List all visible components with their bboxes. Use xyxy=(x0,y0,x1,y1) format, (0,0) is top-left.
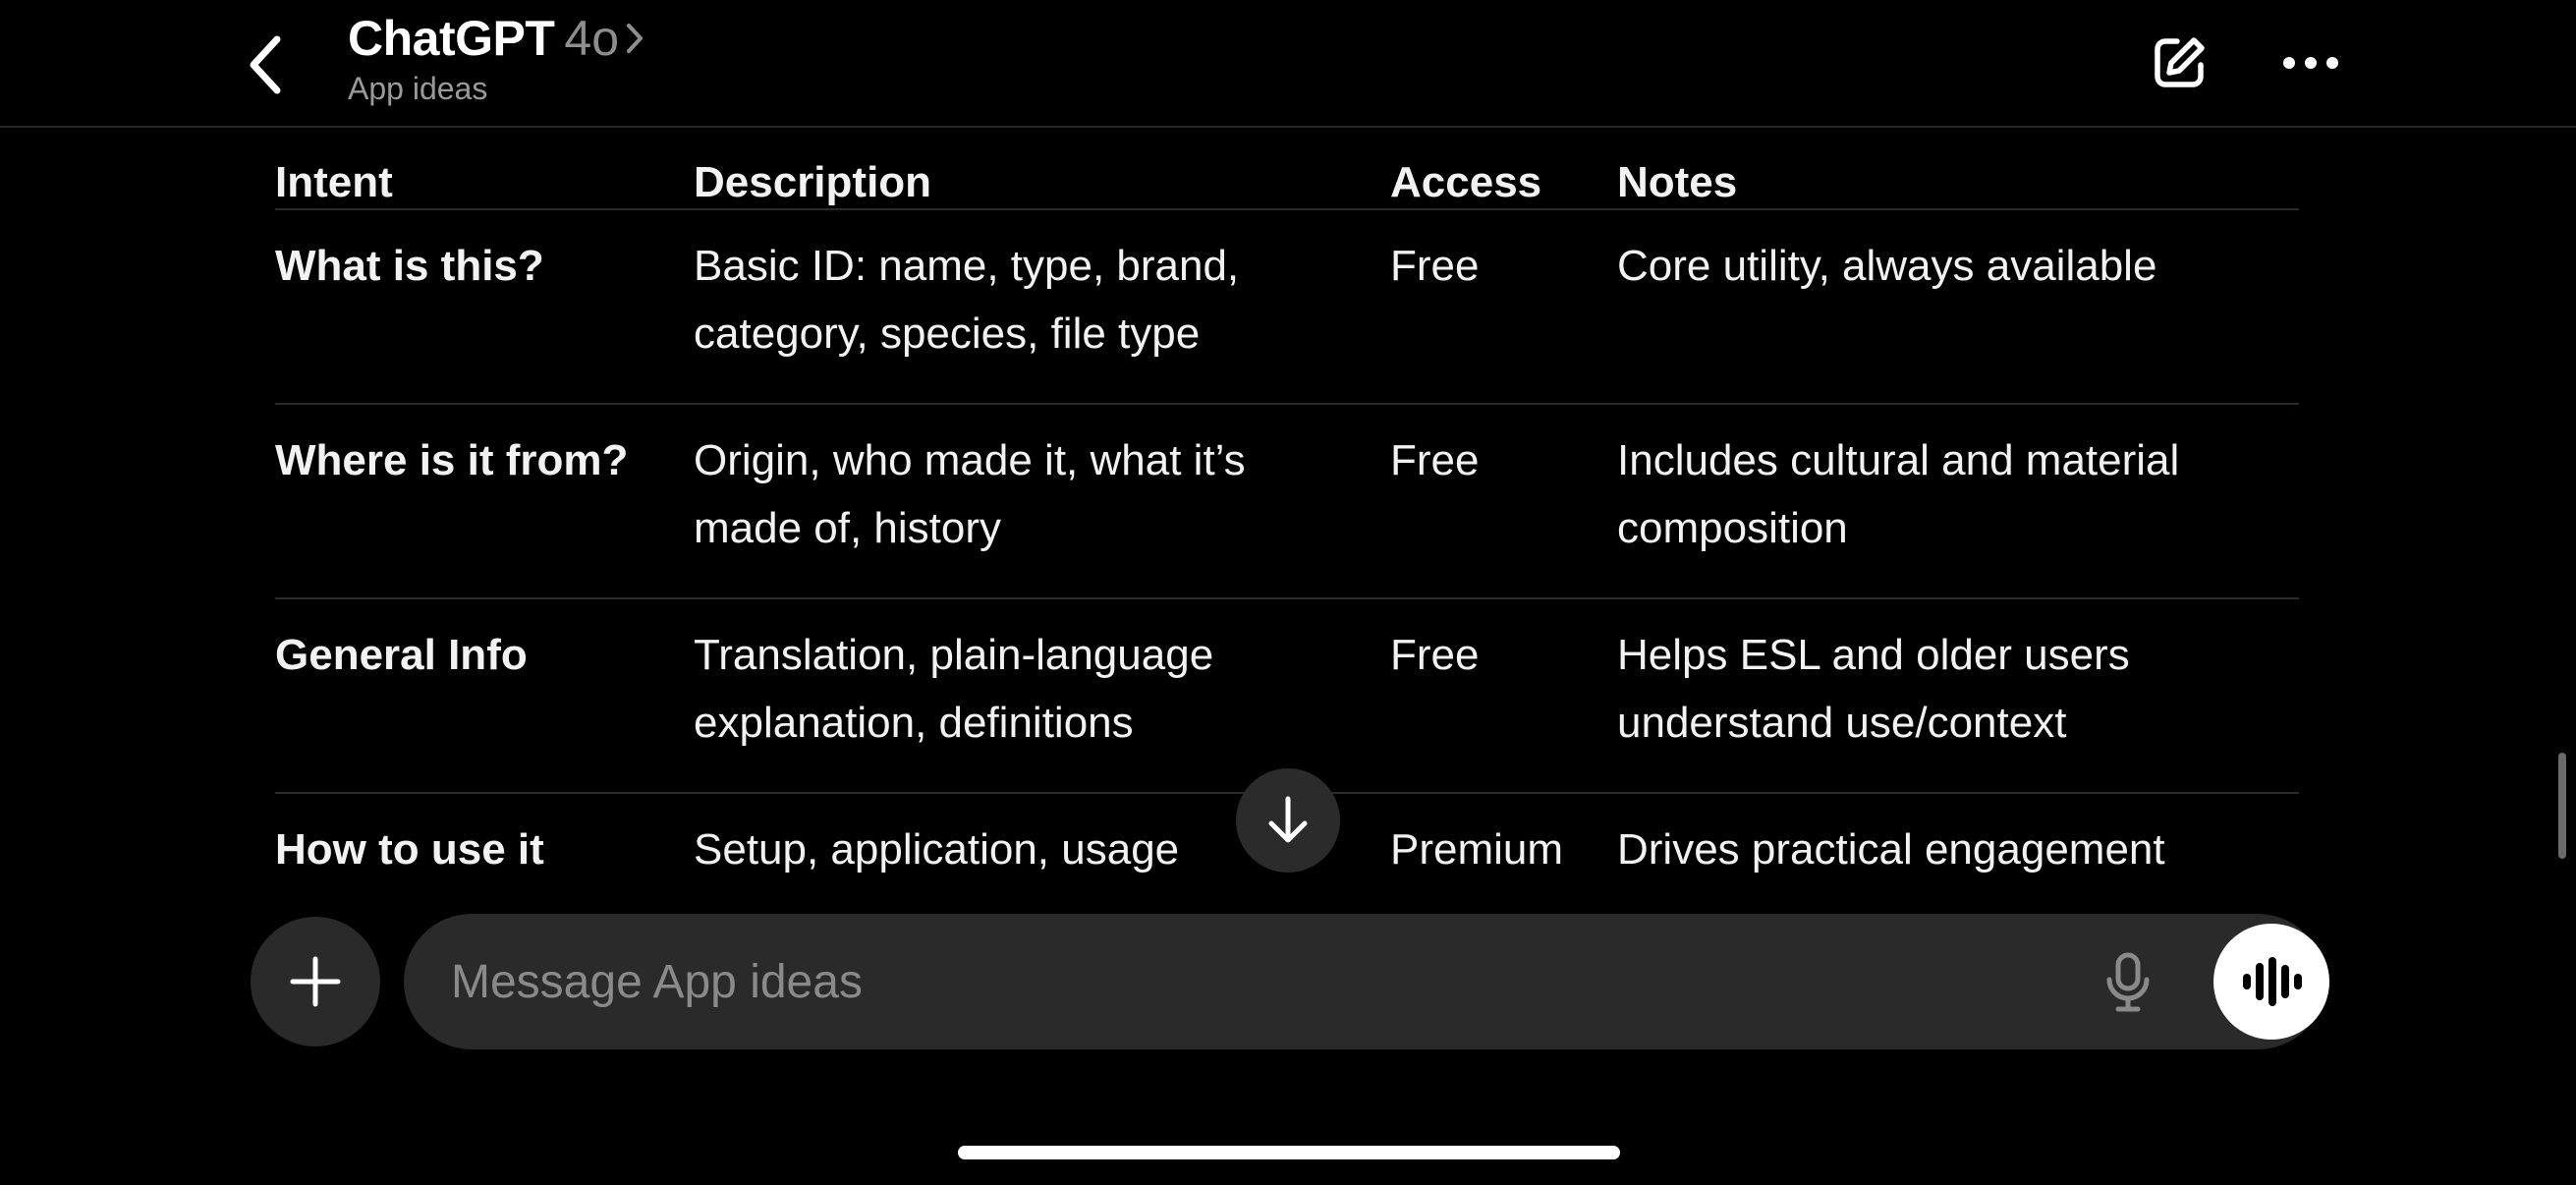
compose-icon xyxy=(2155,37,2205,87)
attach-button[interactable] xyxy=(251,917,380,1046)
cell-intent: How to use it xyxy=(275,825,544,874)
microphone-icon xyxy=(2106,952,2150,1012)
scroll-to-bottom-button[interactable] xyxy=(1236,768,1340,873)
cell-intent: General Info xyxy=(275,631,528,679)
cell-description: Origin, who made it, what it’s made of, … xyxy=(694,436,1246,552)
top-bar: ChatGPT 4o App ideas xyxy=(0,0,2576,128)
cell-access: Premium xyxy=(1390,825,1564,874)
dictation-button[interactable] xyxy=(2094,948,2162,1017)
cell-description: Basic ID: name, type, brand, category, s… xyxy=(694,242,1240,358)
app-name: ChatGPT xyxy=(348,11,555,66)
home-indicator[interactable] xyxy=(958,1146,1620,1159)
back-button[interactable] xyxy=(236,28,295,102)
cell-intent: Where is it from? xyxy=(275,436,629,484)
more-options-button[interactable] xyxy=(2279,31,2342,94)
cell-access: Free xyxy=(1390,631,1480,679)
cell-notes: Includes cultural and material compositi… xyxy=(1617,436,2180,552)
message-input[interactable] xyxy=(451,914,2023,1049)
cell-notes: Drives practical engagement xyxy=(1617,825,2165,874)
conversation-title: ChatGPT 4o App ideas xyxy=(348,10,644,107)
cell-intent: What is this? xyxy=(275,242,544,290)
table-row: Where is it from? Origin, who made it, w… xyxy=(275,405,2299,599)
arrow-down-icon xyxy=(1268,796,1308,843)
column-header-intent: Intent xyxy=(275,158,393,206)
scrollbar[interactable] xyxy=(2558,753,2566,859)
table-row: What is this? Basic ID: name, type, bran… xyxy=(275,210,2299,405)
chevron-right-icon xyxy=(625,22,644,55)
project-name: App ideas xyxy=(348,71,488,106)
column-header-notes: Notes xyxy=(1617,158,1738,206)
cell-description: Translation, plain-language explanation,… xyxy=(694,631,1214,747)
column-header-access: Access xyxy=(1390,158,1542,206)
new-chat-button[interactable] xyxy=(2148,31,2211,94)
cell-access: Free xyxy=(1390,242,1480,290)
chevron-left-icon xyxy=(250,35,281,94)
table-header-row: Intent Description Access Notes xyxy=(275,128,2299,210)
column-header-description: Description xyxy=(694,158,932,206)
table-row: General Info Translation, plain-language… xyxy=(275,599,2299,794)
cell-notes: Core utility, always available xyxy=(1617,242,2157,290)
plus-icon xyxy=(290,956,341,1007)
ellipsis-icon xyxy=(2283,57,2338,69)
message-composer xyxy=(404,914,2329,1049)
voice-waveform-icon xyxy=(2243,957,2302,1006)
voice-mode-button[interactable] xyxy=(2213,924,2329,1040)
cell-access: Free xyxy=(1390,436,1480,484)
cell-notes: Helps ESL and older users understand use… xyxy=(1617,631,2130,747)
model-selector[interactable]: ChatGPT 4o xyxy=(348,10,644,67)
model-name: 4o xyxy=(564,11,620,66)
